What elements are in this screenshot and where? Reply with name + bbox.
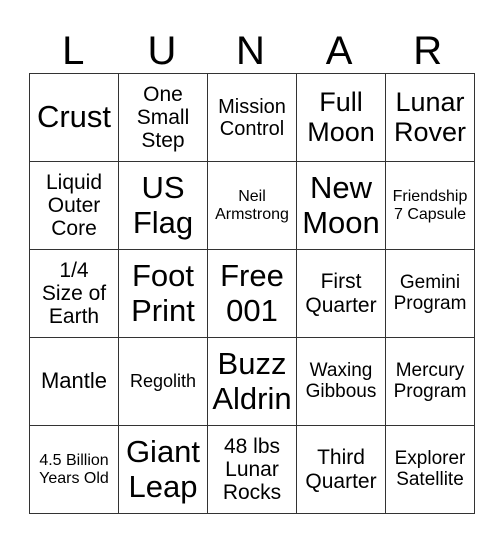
bingo-cell[interactable]: Explorer Satellite [385, 425, 475, 514]
bingo-cell[interactable]: Regolith [118, 337, 208, 426]
bingo-header: L U N A R [29, 30, 472, 73]
grid-row: Crust One Small Step Mission Control Ful… [29, 73, 475, 162]
bingo-cell[interactable]: Full Moon [296, 73, 386, 162]
header-letter-l: L [62, 29, 85, 73]
bingo-cell[interactable]: Mission Control [207, 73, 297, 162]
bingo-cell[interactable]: New Moon [296, 161, 386, 250]
bingo-cell[interactable]: Friendship 7 Capsule [385, 161, 475, 250]
bingo-cell[interactable]: Giant Leap [118, 425, 208, 514]
bingo-cell[interactable]: US Flag [118, 161, 208, 250]
bingo-cell[interactable]: Mantle [29, 337, 119, 426]
bingo-cell[interactable]: Crust [29, 73, 119, 162]
header-letter-n: N [236, 29, 265, 73]
bingo-cell[interactable]: Foot Print [118, 249, 208, 338]
grid-row: 4.5 Billion Years Old Giant Leap 48 lbs … [29, 425, 475, 514]
grid-row: Liquid Outer Core US Flag Neil Armstrong… [29, 161, 475, 250]
bingo-grid: Crust One Small Step Mission Control Ful… [29, 73, 475, 514]
header-letter-u: U [147, 29, 177, 73]
bingo-cell[interactable]: 1/4 Size of Earth [29, 249, 119, 338]
header-letter-r: R [413, 29, 443, 73]
bingo-cell-free[interactable]: Free 001 [207, 249, 297, 338]
bingo-cell[interactable]: Liquid Outer Core [29, 161, 119, 250]
bingo-cell[interactable]: Lunar Rover [385, 73, 475, 162]
bingo-cell[interactable]: One Small Step [118, 73, 208, 162]
bingo-cell[interactable]: First Quarter [296, 249, 386, 338]
bingo-cell[interactable]: Third Quarter [296, 425, 386, 514]
bingo-cell[interactable]: Neil Armstrong [207, 161, 297, 250]
bingo-cell[interactable]: 4.5 Billion Years Old [29, 425, 119, 514]
grid-row: Mantle Regolith Buzz Aldrin Waxing Gibbo… [29, 337, 475, 426]
grid-row: 1/4 Size of Earth Foot Print Free 001 Fi… [29, 249, 475, 338]
bingo-cell[interactable]: 48 lbs Lunar Rocks [207, 425, 297, 514]
bingo-cell[interactable]: Buzz Aldrin [207, 337, 297, 426]
bingo-cell[interactable]: Waxing Gibbous [296, 337, 386, 426]
header-letter-a: A [325, 29, 353, 73]
bingo-cell[interactable]: Gemini Program [385, 249, 475, 338]
bingo-cell[interactable]: Mercury Program [385, 337, 475, 426]
